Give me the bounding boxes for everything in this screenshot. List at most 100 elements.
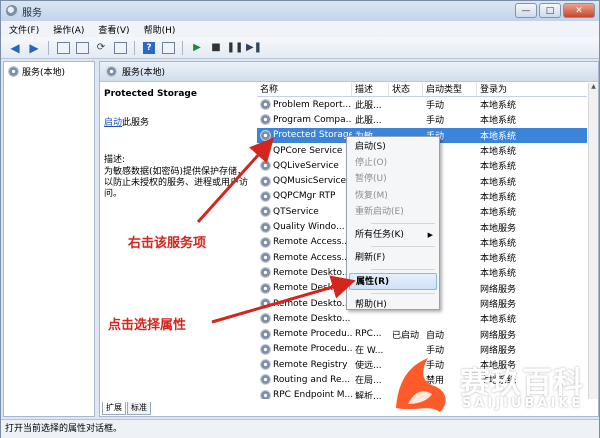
menu-item-help[interactable]: 帮助(H)	[347, 297, 439, 313]
pause-service-icon[interactable]: ❚❚	[227, 40, 244, 56]
description-label: 描述:	[104, 155, 126, 165]
menu-item-all-tasks[interactable]: 所有任务(K) ▶	[347, 227, 439, 243]
cell-logon: 本地系统	[480, 177, 517, 188]
cell-name: Problem Report...	[257, 99, 352, 111]
cell-name: Remote Access...	[257, 252, 352, 264]
table-row[interactable]: Remote Deskto... 本地系统	[257, 311, 587, 326]
tree-node-services-local[interactable]: 服务(本地)	[4, 62, 94, 81]
menu-item-properties[interactable]: 属性(R)	[349, 273, 437, 290]
cell-logon: 本地系统	[480, 208, 517, 219]
service-name: Remote Procedu...	[273, 344, 352, 355]
menu-separator	[371, 222, 435, 224]
menu-action[interactable]: 操作(A)	[53, 23, 84, 36]
menu-help[interactable]: 帮助(H)	[144, 23, 176, 36]
tree-pane: 服务(本地)	[3, 61, 95, 417]
show-tree-icon[interactable]	[55, 40, 71, 56]
menu-separator	[371, 246, 435, 248]
cell-startup: 自动	[426, 330, 445, 341]
gear-icon	[260, 282, 271, 294]
cell-name: Remote Deskto...	[257, 313, 352, 325]
cell-logon: 网络服务	[480, 330, 517, 341]
cell-name: Remote Deskto...	[257, 267, 352, 279]
cell-startup: 手动	[426, 101, 445, 112]
menu-separator	[371, 269, 435, 271]
service-name: Problem Report...	[273, 99, 352, 110]
export-list-icon[interactable]	[112, 40, 128, 56]
title-bar: 服务 — □ ✕	[1, 1, 599, 21]
cell-logon: 本地系统	[480, 162, 517, 173]
maximize-button[interactable]: □	[539, 3, 561, 18]
service-name: Remote Access...	[273, 252, 350, 263]
gear-icon	[260, 252, 271, 264]
menu-view[interactable]: 查看(V)	[98, 23, 129, 36]
service-name: Remote Registry	[273, 359, 348, 370]
tree-node-label: 服务(本地)	[22, 68, 66, 78]
menu-item-refresh[interactable]: 刷新(F)	[347, 250, 439, 266]
column-log-on-as[interactable]: 登录为	[477, 83, 587, 96]
cell-name: RPC Endpoint M...	[257, 389, 352, 399]
service-name: Remote Access...	[273, 237, 350, 248]
service-name: QPCore Service	[273, 145, 343, 156]
column-description[interactable]: 描述	[352, 83, 389, 96]
scroll-up-icon[interactable]: ▲	[589, 83, 598, 93]
window-title: 服务	[22, 7, 42, 19]
service-name: QQLiveService	[273, 160, 339, 171]
cell-logon: 本地系统	[480, 315, 517, 326]
table-row[interactable]: Remote Procedu... RPC... 已启动 自动 网络服务	[257, 326, 587, 341]
cell-logon: 本地系统	[480, 192, 517, 203]
gear-icon	[260, 389, 271, 399]
column-startup-type[interactable]: 启动类型	[423, 83, 477, 96]
cell-startup: 手动	[426, 116, 445, 127]
description-text: 为敏感数据(如密码)提供保护存储，以防止未授权的服务、进程或用户访问。	[104, 167, 249, 199]
cell-desc: 在 W...	[355, 345, 384, 356]
status-bar: 打开当前选择的属性对话框。	[1, 419, 599, 438]
service-name: Routing and Re...	[273, 374, 351, 385]
selected-service-name: Protected Storage	[104, 89, 197, 99]
forward-arrow-icon[interactable]: ▶	[26, 40, 42, 56]
cell-logon: 本地系统	[480, 101, 517, 112]
help-icon[interactable]: ?	[141, 40, 157, 56]
cell-desc: 此服...	[355, 101, 382, 112]
cell-desc: 使远...	[355, 361, 382, 372]
gear-icon	[260, 99, 271, 111]
tab-extended[interactable]: 扩展	[102, 402, 126, 415]
properties-sheet-icon[interactable]	[74, 40, 90, 56]
service-name: QQPCMgr RTP	[273, 191, 336, 202]
column-name[interactable]: 名称	[257, 83, 352, 96]
start-service-link[interactable]: 启动	[104, 118, 122, 128]
menu-item-start[interactable]: 启动(S)	[347, 139, 439, 155]
service-name: Quality Windo...	[273, 222, 345, 233]
cell-name: Remote Procedu...	[257, 343, 352, 355]
gear-icon	[260, 160, 271, 172]
cell-logon: 本地系统	[480, 147, 517, 158]
service-name: QQMusicService	[273, 176, 347, 187]
minimize-button[interactable]: —	[515, 3, 537, 18]
table-row[interactable]: Program Compa... 此服... 手动 本地系统	[257, 112, 587, 127]
gear-icon	[260, 145, 271, 157]
restart-service-icon[interactable]: ▶❚	[246, 40, 262, 56]
cell-logon: 网络服务	[480, 300, 517, 310]
cell-desc: 解析...	[355, 391, 382, 399]
cell-logon: 本地系统	[480, 116, 517, 127]
gear-icon	[260, 114, 271, 126]
menu-file[interactable]: 文件(F)	[9, 23, 39, 36]
close-button[interactable]: ✕	[563, 3, 595, 18]
cell-name: Remote Procedu...	[257, 328, 352, 340]
table-row[interactable]: Problem Report... 此服... 手动 本地系统	[257, 97, 587, 112]
start-service-icon[interactable]: ▶	[189, 40, 205, 56]
cell-desc: RPC...	[355, 329, 382, 340]
cell-name: Remote Deskto...	[257, 298, 352, 309]
console-icon[interactable]	[160, 40, 176, 56]
menu-bar: 文件(F) 操作(A) 查看(V) 帮助(H)	[1, 21, 599, 37]
column-status[interactable]: 状态	[389, 83, 423, 96]
gear-icon	[260, 298, 271, 309]
fox-tail-logo-icon	[396, 358, 446, 412]
service-name: Remote Deskto...	[273, 313, 351, 324]
gear-icon	[260, 175, 271, 187]
watermark: 赛玖百科 SAIJIUBAIKE	[388, 352, 598, 418]
stop-service-icon[interactable]: ■	[208, 40, 224, 56]
back-arrow-icon[interactable]: ◀	[7, 40, 23, 56]
gear-icon	[260, 236, 271, 248]
tab-standard[interactable]: 标准	[127, 402, 151, 415]
refresh-icon[interactable]: ⟳	[93, 40, 109, 56]
